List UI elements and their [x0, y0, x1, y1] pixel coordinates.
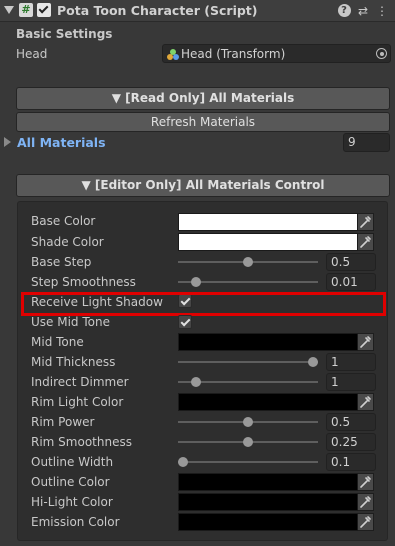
slider-thumb[interactable] — [243, 437, 253, 447]
component-header: # Pota Toon Character (Script) ? ⇄ ⋮ — [0, 0, 395, 22]
head-label: Head — [16, 47, 48, 61]
base-step-slider[interactable] — [178, 253, 318, 271]
read-only-materials-button[interactable]: ▼ [Read Only] All Materials — [16, 87, 390, 110]
slider-thumb[interactable] — [243, 257, 253, 267]
step-smoothness-slider[interactable] — [178, 273, 318, 291]
mid-thickness-field[interactable]: 1 — [326, 353, 376, 371]
base-color-label: Base Color — [31, 214, 96, 228]
help-icon[interactable]: ? — [336, 3, 352, 19]
hi-light-color-label: Hi-Light Color — [31, 495, 113, 509]
eyedropper-icon[interactable] — [358, 393, 374, 411]
shade-color-label: Shade Color — [31, 235, 104, 249]
slider-thumb[interactable] — [191, 377, 201, 387]
indirect-dimmer-label: Indirect Dimmer — [31, 375, 129, 389]
head-object-field[interactable]: Head (Transform) — [162, 44, 391, 63]
slider-thumb[interactable] — [178, 457, 188, 467]
use-mid-tone-label: Use Mid Tone — [31, 315, 110, 329]
checkmark-icon — [180, 316, 191, 327]
use-mid-tone-checkbox[interactable] — [178, 315, 192, 329]
object-picker-icon[interactable] — [376, 48, 387, 59]
component-title: Pota Toon Character (Script) — [57, 3, 258, 18]
rim-smoothness-field[interactable]: 0.25 — [326, 433, 376, 451]
rim-power-label: Rim Power — [31, 415, 95, 429]
all-materials-label[interactable]: All Materials — [17, 135, 106, 150]
eyedropper-icon[interactable] — [358, 513, 374, 531]
all-materials-count-field[interactable]: 9 — [343, 133, 390, 152]
indirect-dimmer-slider[interactable] — [178, 373, 318, 391]
foldout-arrow-icon[interactable] — [4, 6, 14, 14]
rim-smoothness-slider[interactable] — [178, 433, 318, 451]
base-color-swatch[interactable] — [178, 213, 358, 231]
refresh-materials-button[interactable]: Refresh Materials — [16, 112, 390, 132]
all-materials-foldout-icon[interactable] — [4, 137, 11, 147]
step-smoothness-field[interactable]: 0.01 — [326, 273, 376, 291]
hi-light-color-swatch[interactable] — [178, 493, 358, 511]
checkmark-icon — [38, 3, 49, 14]
mid-thickness-label: Mid Thickness — [31, 355, 116, 369]
mid-thickness-slider[interactable] — [178, 353, 318, 371]
slider-thumb[interactable] — [308, 357, 318, 367]
mid-tone-label: Mid Tone — [31, 335, 84, 349]
rim-power-slider[interactable] — [178, 413, 318, 431]
step-smoothness-label: Step Smoothness — [31, 275, 136, 289]
context-menu-icon[interactable]: ⋮ — [374, 3, 390, 19]
eyedropper-icon[interactable] — [358, 473, 374, 491]
preset-icon[interactable]: ⇄ — [355, 3, 371, 19]
component-enabled-checkbox[interactable] — [37, 3, 51, 17]
outline-color-swatch[interactable] — [178, 473, 358, 491]
editor-only-materials-control-button[interactable]: ▼ [Editor Only] All Materials Control — [16, 174, 390, 197]
outline-color-label: Outline Color — [31, 475, 110, 489]
rim-light-color-label: Rim Light Color — [31, 395, 124, 409]
eyedropper-icon[interactable] — [358, 213, 374, 231]
emission-color-swatch[interactable] — [178, 513, 358, 531]
emission-color-label: Emission Color — [31, 515, 120, 529]
transform-icon — [167, 49, 179, 60]
basic-settings-heading: Basic Settings — [16, 27, 113, 41]
base-step-field[interactable]: 0.5 — [326, 253, 376, 271]
slider-thumb[interactable] — [243, 417, 253, 427]
base-step-label: Base Step — [31, 255, 92, 269]
rim-light-color-swatch[interactable] — [178, 393, 358, 411]
outline-width-field[interactable]: 0.1 — [326, 453, 376, 471]
rim-power-field[interactable]: 0.5 — [326, 413, 376, 431]
rim-smoothness-label: Rim Smoothness — [31, 435, 132, 449]
slider-thumb[interactable] — [191, 277, 201, 287]
head-object-value: Head (Transform) — [181, 47, 286, 61]
mid-tone-swatch[interactable] — [178, 333, 358, 351]
outline-width-label: Outline Width — [31, 455, 114, 469]
shade-color-swatch[interactable] — [178, 233, 358, 251]
eyedropper-icon[interactable] — [358, 493, 374, 511]
eyedropper-icon[interactable] — [358, 333, 374, 351]
eyedropper-icon[interactable] — [358, 233, 374, 251]
script-icon: # — [19, 3, 33, 17]
indirect-dimmer-field[interactable]: 1 — [326, 373, 376, 391]
outline-width-slider[interactable] — [178, 453, 318, 471]
highlight-box — [21, 292, 386, 316]
